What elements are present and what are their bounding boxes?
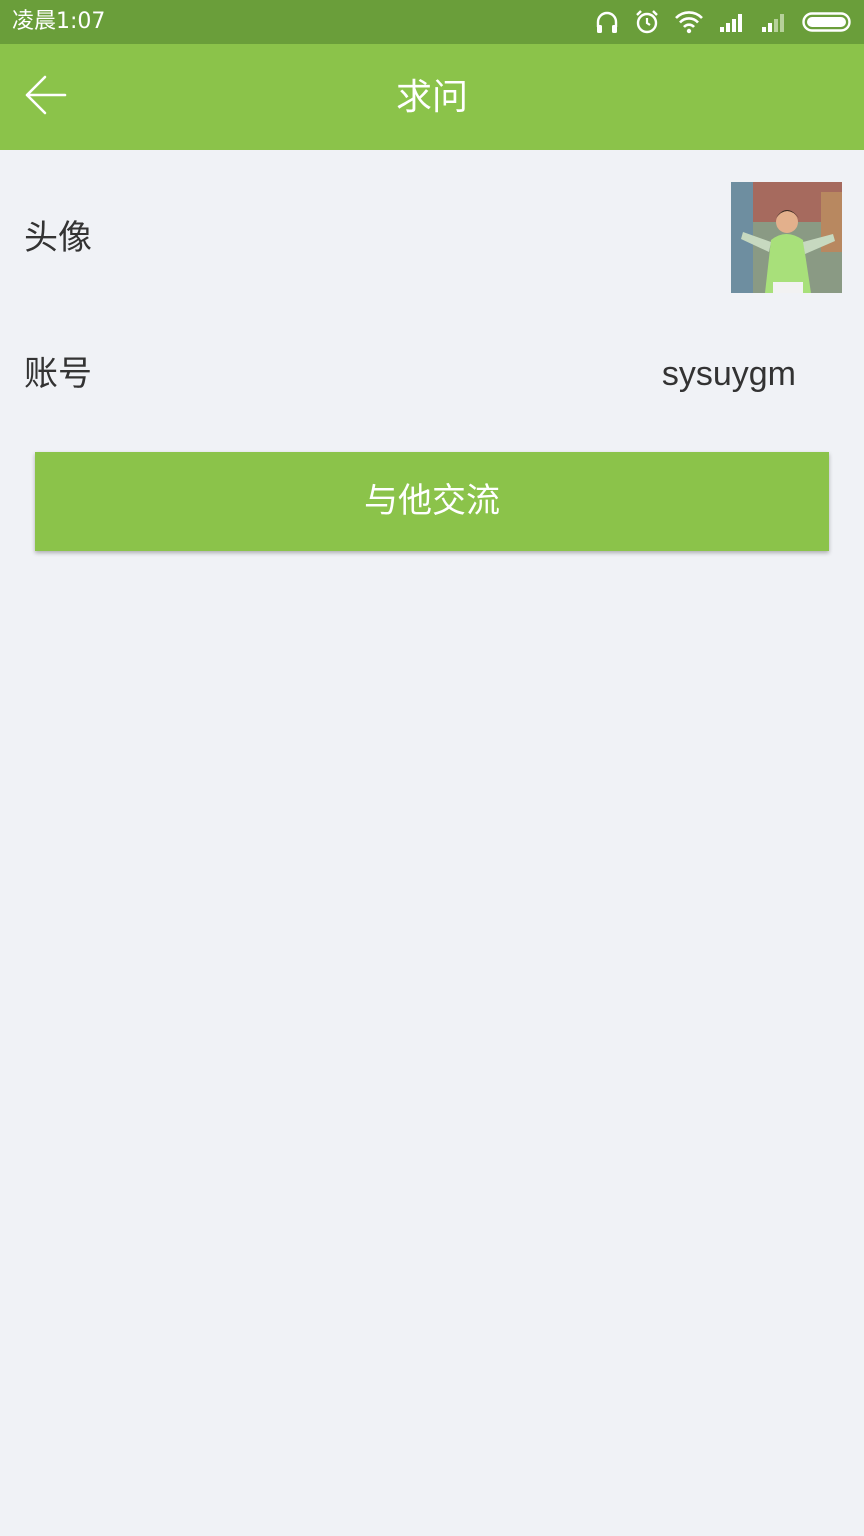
headphones-icon (594, 9, 620, 35)
signal-weak-icon (760, 11, 788, 33)
status-icons (594, 6, 854, 38)
avatar[interactable] (731, 182, 842, 293)
battery-icon (802, 11, 854, 33)
account-label: 账号 (24, 354, 92, 394)
avatar-image (731, 182, 842, 293)
account-value: sysuygm (661, 355, 796, 393)
app-bar: 求问 (0, 44, 864, 150)
page-title: 求问 (395, 77, 468, 118)
avatar-label: 头像 (24, 218, 92, 258)
wifi-icon (674, 10, 704, 34)
signal-icon (718, 11, 746, 33)
chat-with-him-button[interactable]: 与他交流 (35, 452, 829, 551)
status-bar: 凌晨1:07 (0, 0, 864, 44)
status-time: 凌晨1:07 (12, 9, 106, 34)
alarm-icon (634, 9, 660, 35)
